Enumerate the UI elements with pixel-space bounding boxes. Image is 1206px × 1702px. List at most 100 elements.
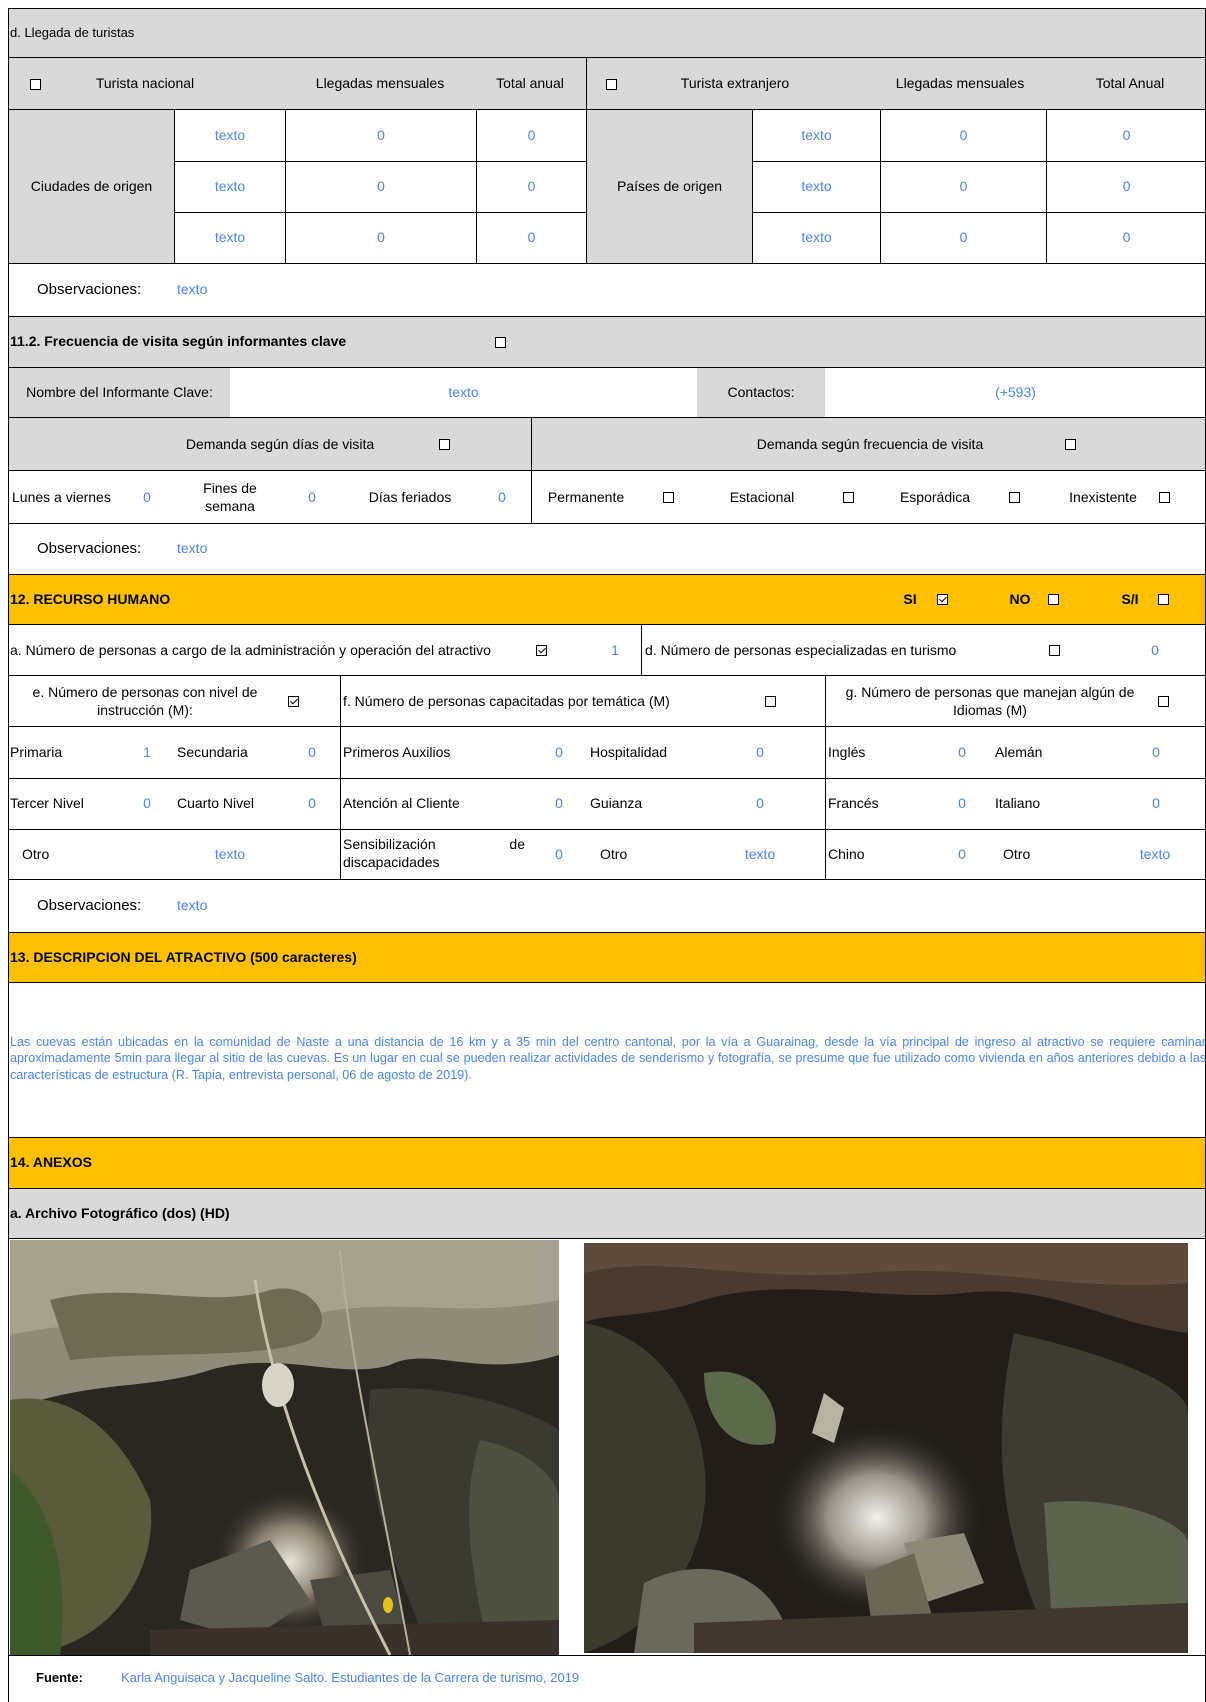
tercer-value[interactable]: 0: [135, 778, 159, 829]
recurso-title: 12. RECURSO HUMANO: [10, 590, 171, 607]
recurso-obs-value[interactable]: texto: [177, 880, 377, 932]
secundaria-value[interactable]: 0: [300, 727, 324, 778]
turista-extranjero-label: Turista extranjero: [680, 75, 790, 92]
nacional-mensual-2[interactable]: 0: [286, 161, 476, 212]
recurso-si-n-checkbox[interactable]: [1153, 574, 1173, 625]
ingles-label: Inglés: [828, 743, 866, 760]
otro-e-label: Otro: [22, 845, 50, 862]
atencion-value[interactable]: 0: [547, 778, 571, 829]
cuarto-value[interactable]: 0: [300, 778, 324, 829]
frecuencia-title: 11.2. Frecuencia de visita según informa…: [10, 333, 347, 350]
nacional-mensuales-label: Llegadas mensuales: [315, 75, 445, 92]
demanda-freq-checkbox[interactable]: [1058, 418, 1082, 471]
recurso-no-checkbox[interactable]: [1043, 574, 1063, 625]
llegada-title: d. Llegada de turistas: [10, 24, 135, 40]
atencion-label: Atención al Cliente: [343, 794, 460, 811]
extranjero-mensuales-label: Llegadas mensuales: [895, 75, 1025, 92]
feriados-value[interactable]: 0: [490, 471, 514, 524]
nacional-checkbox[interactable]: [20, 58, 50, 110]
nacional-mensual-1[interactable]: 0: [286, 110, 476, 161]
lunes-value[interactable]: 0: [135, 471, 159, 524]
aleman-label: Alemán: [995, 743, 1043, 760]
recurso-a-value[interactable]: 1: [600, 625, 630, 676]
anexos-title: 14. ANEXOS: [10, 1154, 92, 1171]
sensibilizacion-de: de: [509, 836, 525, 852]
fuente-label: Fuente:: [36, 1670, 83, 1686]
demanda-freq-label: Demanda según frecuencia de visita: [756, 435, 984, 452]
permanente-label: Permanente: [547, 488, 625, 505]
extranjero-country-1[interactable]: texto: [753, 110, 880, 161]
otro-f-value[interactable]: texto: [730, 829, 790, 880]
nacional-total-1[interactable]: 0: [477, 110, 586, 161]
recurso-f-checkbox[interactable]: [760, 676, 780, 727]
extranjero-country-2[interactable]: texto: [753, 161, 880, 212]
nacional-total-2[interactable]: 0: [477, 161, 586, 212]
extranjero-checkbox[interactable]: [596, 58, 626, 110]
esporadica-checkbox[interactable]: [1002, 471, 1026, 524]
secundaria-label: Secundaria: [177, 743, 248, 760]
chino-label: Chino: [828, 845, 865, 862]
informante-value[interactable]: texto: [230, 368, 697, 418]
nacional-mensual-3[interactable]: 0: [286, 212, 476, 263]
recurso-g-label: g. Número de personas que manejan algún …: [845, 684, 1135, 718]
permanente-checkbox[interactable]: [656, 471, 680, 524]
paises-origen-label: Países de origen: [616, 178, 723, 195]
extranjero-total-1[interactable]: 0: [1047, 110, 1206, 161]
tercer-label: Tercer Nivel: [10, 794, 84, 811]
archivo-title: a. Archivo Fotográfico (dos) (HD): [10, 1205, 230, 1222]
recurso-si-n-label: S/I: [1121, 590, 1139, 607]
otro-g-value[interactable]: texto: [1125, 829, 1185, 880]
nacional-city-2[interactable]: texto: [175, 161, 285, 212]
italiano-value[interactable]: 0: [1144, 778, 1168, 829]
frecuencia-obs-value[interactable]: texto: [177, 524, 377, 574]
extranjero-total-label: Total Anual: [1095, 75, 1165, 92]
frances-value[interactable]: 0: [950, 778, 974, 829]
nacional-city-3[interactable]: texto: [175, 212, 285, 263]
estacional-checkbox[interactable]: [836, 471, 860, 524]
recurso-a-label: a. Número de personas a cargo de la admi…: [10, 641, 491, 658]
recurso-e-label: e. Número de personas con nivel de instr…: [32, 684, 258, 718]
inexistente-checkbox[interactable]: [1152, 471, 1176, 524]
frances-label: Francés: [828, 794, 879, 811]
recurso-e-checkbox[interactable]: [283, 676, 303, 727]
fuente-value[interactable]: Karla Anguisaca y Jacqueline Salto. Estu…: [121, 1655, 821, 1702]
feriados-label: Días feriados: [368, 488, 452, 505]
fines-value[interactable]: 0: [300, 471, 324, 524]
extranjero-total-3[interactable]: 0: [1047, 212, 1206, 263]
recurso-si-checkbox[interactable]: [932, 574, 952, 625]
recurso-g-checkbox[interactable]: [1153, 676, 1173, 727]
nacional-city-1[interactable]: texto: [175, 110, 285, 161]
recurso-d-value[interactable]: 0: [1140, 625, 1170, 676]
chino-value[interactable]: 0: [950, 829, 974, 880]
otro-e-value[interactable]: texto: [200, 829, 260, 880]
hospitalidad-value[interactable]: 0: [748, 727, 772, 778]
primaria-value[interactable]: 1: [135, 727, 159, 778]
nacional-total-3[interactable]: 0: [477, 212, 586, 263]
frecuencia-checkbox[interactable]: [488, 316, 512, 368]
extranjero-mensual-1[interactable]: 0: [881, 110, 1046, 161]
extranjero-total-2[interactable]: 0: [1047, 161, 1206, 212]
recurso-a-checkbox[interactable]: [531, 625, 551, 676]
sensibilizacion-value[interactable]: 0: [547, 829, 571, 880]
recurso-d-checkbox[interactable]: [1044, 625, 1064, 676]
extranjero-mensual-3[interactable]: 0: [881, 212, 1046, 263]
guianza-value[interactable]: 0: [748, 778, 772, 829]
descripcion-text[interactable]: Las cuevas están ubicadas en la comunida…: [10, 1034, 1206, 1094]
recurso-obs-label: Observaciones:: [37, 896, 142, 914]
extranjero-country-3[interactable]: texto: [753, 212, 880, 263]
sensibilizacion-line2: discapacidades: [343, 853, 440, 870]
primeros-value[interactable]: 0: [547, 727, 571, 778]
llegada-obs-value[interactable]: texto: [177, 264, 377, 316]
ingles-value[interactable]: 0: [950, 727, 974, 778]
descripcion-title: 13. DESCRIPCION DEL ATRACTIVO (500 carac…: [10, 948, 357, 965]
demanda-dias-checkbox[interactable]: [432, 418, 456, 471]
extranjero-mensual-2[interactable]: 0: [881, 161, 1046, 212]
sensibilizacion-label: Sensibilización de discapacidades: [343, 836, 533, 876]
inexistente-label: Inexistente: [1069, 488, 1137, 505]
demanda-dias-label: Demanda según días de visita: [185, 435, 375, 452]
contactos-label: Contactos:: [727, 384, 795, 401]
fines-label: Fines de semana: [203, 480, 257, 514]
aleman-value[interactable]: 0: [1144, 727, 1168, 778]
otro-f-label: Otro: [600, 845, 628, 862]
contactos-value[interactable]: (+593): [825, 368, 1206, 418]
